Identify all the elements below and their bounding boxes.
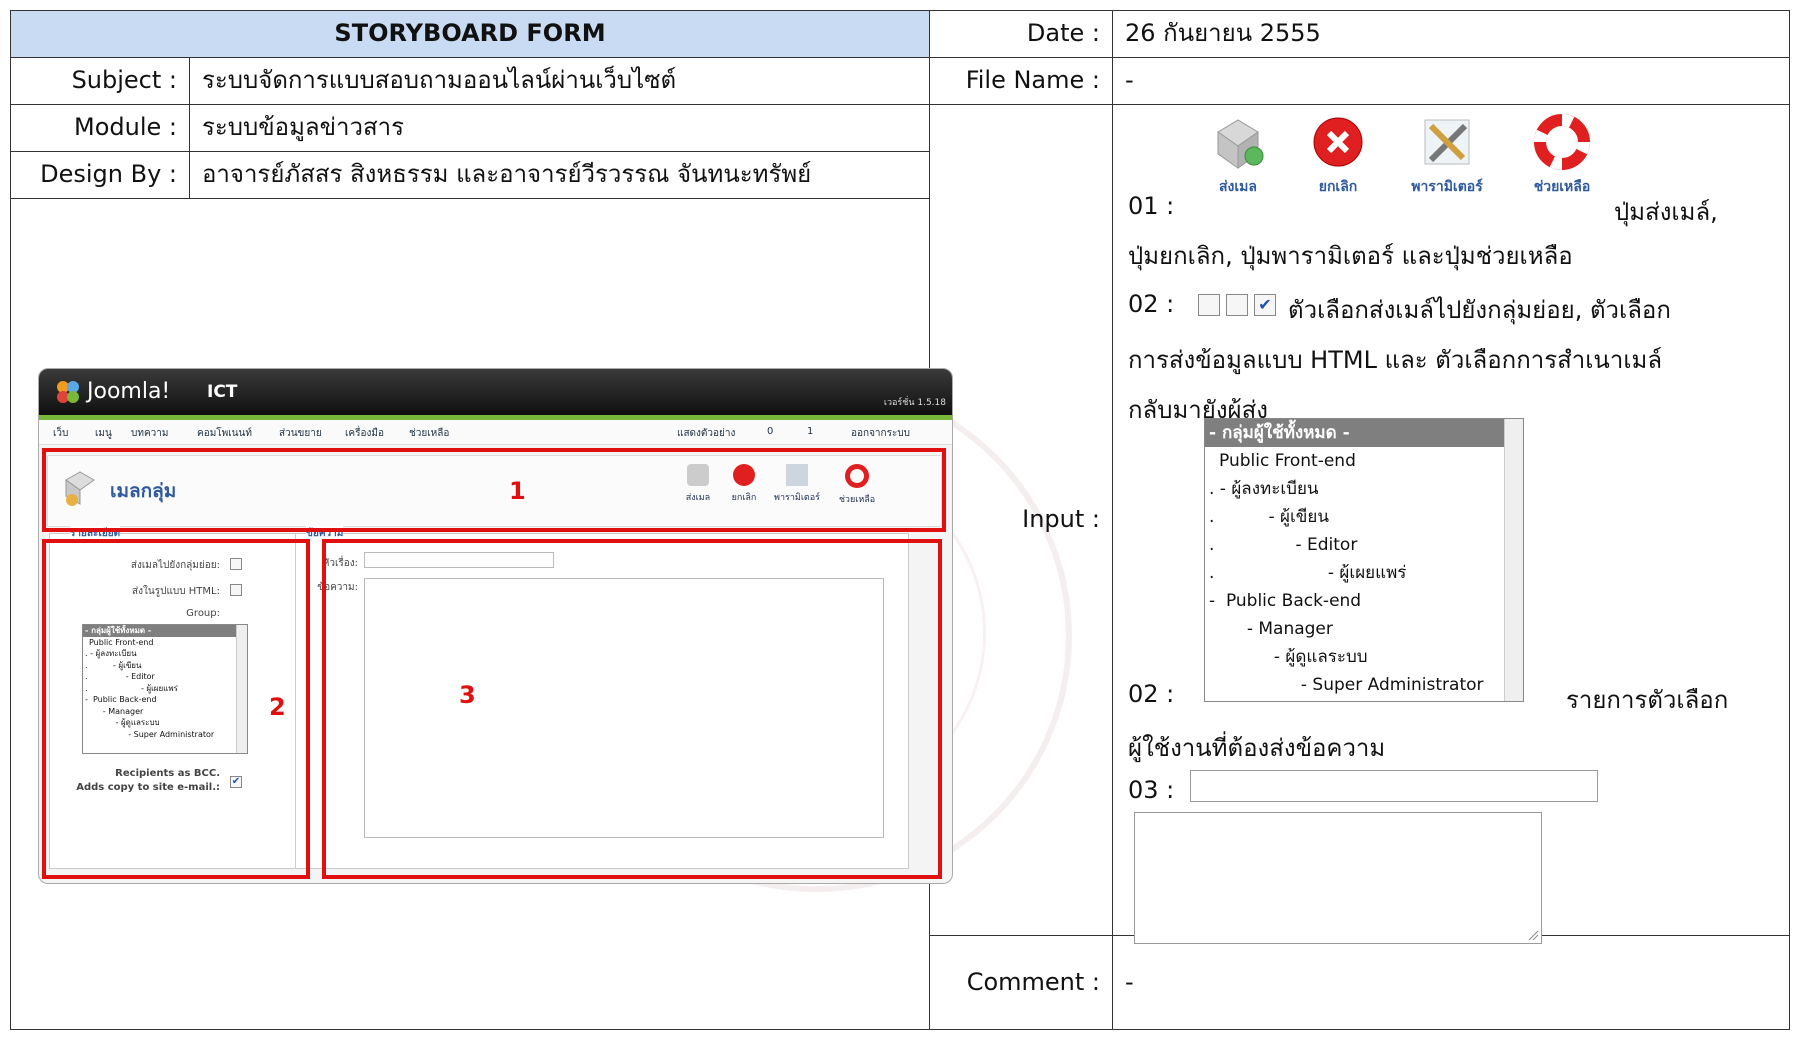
group-option[interactable]: . - ผู้เผยแพร่ (1205, 559, 1523, 587)
group-option[interactable]: - Super Administrator (1205, 671, 1523, 699)
html-checkbox[interactable] (1226, 294, 1248, 316)
parameters-button[interactable]: พารามิเตอร์ (1392, 112, 1502, 198)
bcc-checkbox[interactable]: ✔ (1254, 294, 1276, 316)
group-option[interactable]: - Manager (1205, 615, 1523, 643)
subject-value: ระบบจัดการแบบสอบถามออนไลน์ผ่านเว็บไซต์ (189, 57, 930, 105)
filename-label: File Name : (929, 57, 1113, 105)
group-option[interactable]: . - ผู้ลงทะเบียน (1205, 475, 1523, 503)
joomla-header-bar: Joomla! ICT เวอร์ชั่น 1.5.18 (39, 369, 952, 415)
status-preview[interactable]: แสดงตัวอย่าง (677, 426, 735, 441)
joomla-version: เวอร์ชั่น 1.5.18 (883, 398, 946, 408)
form-title: STORYBOARD FORM (10, 10, 930, 58)
filename-value: - (1112, 57, 1790, 105)
group-option[interactable]: Public Front-end (1205, 447, 1523, 475)
help-button[interactable]: ช่วยเหลือ (1514, 112, 1610, 198)
module-value: ระบบข้อมูลข่าวสาร (189, 104, 930, 152)
subject-input[interactable] (1190, 770, 1598, 802)
send-mail-icon (1217, 119, 1264, 169)
input-label: Input : (929, 104, 1113, 936)
group-option[interactable]: - Public Back-end (1205, 587, 1523, 615)
annotation-number-3: 3 (459, 681, 476, 709)
cancel-label: ยกเลิก (1318, 179, 1358, 195)
send-mail-label: ส่งเมล (1219, 179, 1257, 195)
annotation-number-1: 1 (509, 477, 526, 505)
parameters-label: พารามิเตอร์ (1411, 179, 1483, 195)
designby-label: Design By : (10, 151, 190, 199)
input-item-02b-text-b: ผู้ใช้งานที่ต้องส่งข้อความ (1128, 734, 1386, 762)
input-item-01-text-b: ปุ่มยกเลิก, ปุ่มพารามิเตอร์ และปุ่มช่วยเ… (1128, 242, 1573, 270)
input-item-01-prefix: 01 : (1128, 192, 1175, 220)
date-value: 26 กันยายน 2555 (1112, 10, 1790, 58)
menu-tools[interactable]: เครื่องมือ (345, 426, 384, 441)
input-item-02a-text-b: การส่งข้อมูลแบบ HTML และ ตัวเลือกการสำเน… (1128, 346, 1663, 374)
group-option[interactable]: - กลุ่มผู้ใช้ทั้งหมด - (1205, 419, 1523, 447)
input-item-02a-text-a: ตัวเลือกส่งเมล์ไปยังกลุ่มย่อย, ตัวเลือก (1288, 296, 1671, 324)
status-count-a: 0 (767, 426, 774, 437)
send-mail-button[interactable]: ส่งเมล (1196, 112, 1280, 198)
menu-extensions[interactable]: ส่วนขยาย (279, 426, 322, 441)
joomla-menubar: เว็บ เมนู บทความ คอมโพเนนท์ ส่วนขยาย เคร… (39, 420, 952, 445)
input-item-01-text-a: ปุ่มส่งเมล์, (1614, 198, 1718, 226)
group-list-scrollbar[interactable] (1504, 419, 1523, 701)
help-icon (1534, 114, 1590, 170)
group-option[interactable]: . - ผู้เขียน (1205, 503, 1523, 531)
menu-site[interactable]: เว็บ (53, 426, 68, 441)
input-item-02b-prefix: 02 : (1128, 680, 1175, 708)
module-label: Module : (10, 104, 190, 152)
group-option[interactable]: - ผู้ดูแลระบบ (1205, 643, 1523, 671)
joomla-site-name: ICT (207, 382, 238, 402)
message-textarea[interactable] (1134, 812, 1542, 944)
group-select-list[interactable]: - กลุ่มผู้ใช้ทั้งหมด - Public Front-end … (1204, 418, 1524, 702)
input-item-02a-prefix: 02 : (1128, 290, 1175, 318)
input-item-02b-text-a: รายการตัวเลือก (1566, 686, 1729, 714)
menu-components[interactable]: คอมโพเนนท์ (197, 426, 252, 441)
menu-menus[interactable]: เมนู (95, 426, 112, 441)
help-label: ช่วยเหลือ (1533, 179, 1591, 195)
input-item-03-prefix: 03 : (1128, 776, 1175, 804)
joomla-screenshot: Joomla! ICT เวอร์ชั่น 1.5.18 เว็บ เมนู บ… (38, 368, 953, 884)
status-logout[interactable]: ออกจากระบบ (851, 426, 910, 441)
menu-articles[interactable]: บทความ (131, 426, 168, 441)
subgroup-checkbox[interactable] (1198, 294, 1220, 316)
comment-label: Comment : (929, 935, 1113, 1030)
resize-handle-icon[interactable] (1527, 929, 1539, 941)
status-count-b: 1 (807, 426, 814, 437)
annotation-box-3 (322, 539, 942, 879)
joomla-logo-icon (57, 381, 79, 403)
annotation-number-2: 2 (269, 693, 286, 721)
cancel-icon (1313, 117, 1363, 167)
annotation-box-1 (42, 448, 946, 532)
group-option[interactable]: . - Editor (1205, 531, 1523, 559)
parameters-icon (1424, 119, 1470, 165)
date-label: Date : (929, 10, 1113, 58)
subject-label: Subject : (10, 57, 190, 105)
cancel-button[interactable]: ยกเลิก (1296, 112, 1380, 198)
menu-help[interactable]: ช่วยเหลือ (409, 426, 449, 441)
comment-value: - (1112, 935, 1790, 1030)
designby-value: อาจารย์ภัสสร สิงหธรรม และอาจารย์วีรวรรณ … (189, 151, 930, 199)
joomla-logo-text: Joomla! (87, 379, 171, 404)
